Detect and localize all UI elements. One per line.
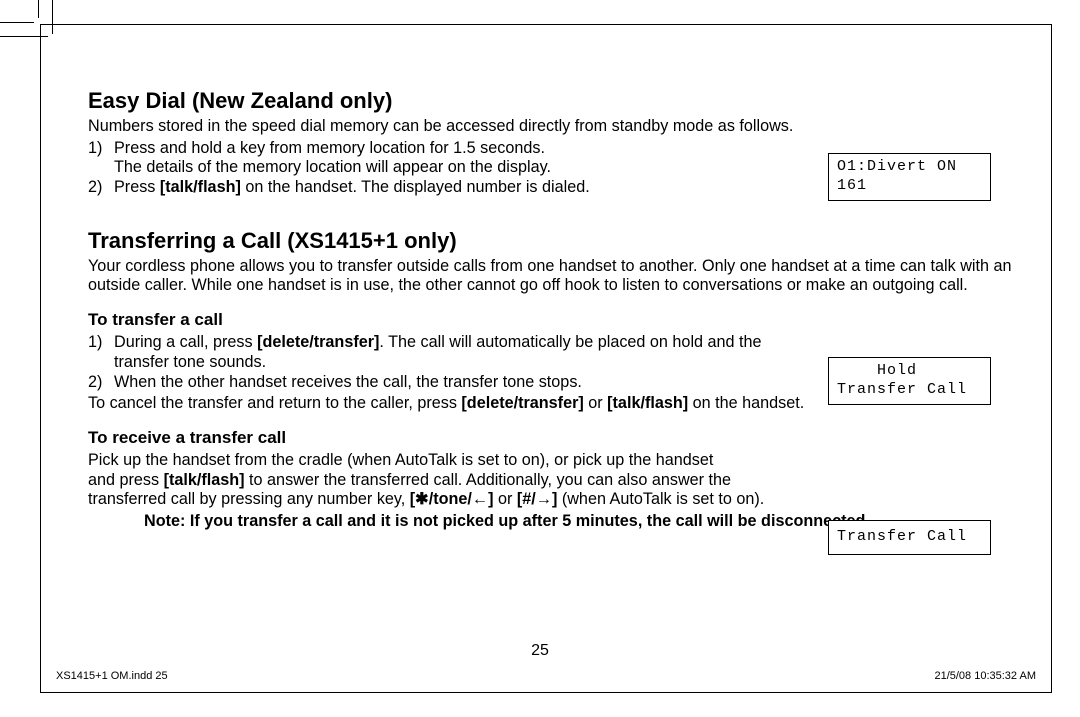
text: Press xyxy=(114,178,160,196)
text: or xyxy=(494,490,517,508)
text: transfer tone sounds. xyxy=(114,353,266,371)
section-transferring: Transferring a Call (XS1415+1 only) Your… xyxy=(88,228,1048,296)
lcd-display: O1:Divert ON 161 xyxy=(828,153,991,201)
key-label: [talk/flash] xyxy=(160,178,241,196)
key-label: [talk/flash] xyxy=(607,394,688,412)
footer-right: 21/5/08 10:35:32 AM xyxy=(934,670,1036,683)
step-number: 1) xyxy=(88,333,114,373)
text: During a call, press xyxy=(114,333,257,351)
page-number: 25 xyxy=(0,641,1080,661)
text: . The call will automatically be placed … xyxy=(379,333,761,351)
key-label: [#/→] xyxy=(517,490,557,508)
text: The details of the memory location will … xyxy=(114,158,551,176)
text: To cancel the transfer and return to the… xyxy=(88,394,461,412)
key-label: [talk/flash] xyxy=(164,471,245,489)
step-number: 2) xyxy=(88,373,114,393)
text: Press and hold a key from memory locatio… xyxy=(114,139,545,157)
step-number: 1) xyxy=(88,139,114,179)
step-number: 2) xyxy=(88,178,114,198)
manual-page: Easy Dial (New Zealand only) Numbers sto… xyxy=(0,0,1080,717)
text: transferred call by pressing any number … xyxy=(88,490,410,508)
text: or xyxy=(584,394,607,412)
key-label: [✱/tone/←] xyxy=(410,490,494,508)
text: Pick up the handset from the cradle (whe… xyxy=(88,451,713,469)
key-label: [delete/transfer] xyxy=(461,394,583,412)
text: on the handset. The displayed number is … xyxy=(241,178,590,196)
footer-left: XS1415+1 OM.indd 25 xyxy=(56,670,168,683)
text: (when AutoTalk is set to on). xyxy=(557,490,764,508)
section-heading: Easy Dial (New Zealand only) xyxy=(88,88,1048,115)
lcd-display: Transfer Call xyxy=(828,520,991,555)
section-intro: Numbers stored in the speed dial memory … xyxy=(88,117,1048,137)
lcd-display: Hold Transfer Call xyxy=(828,357,991,405)
subheading-transfer: To transfer a call xyxy=(88,310,1048,331)
section-heading: Transferring a Call (XS1415+1 only) xyxy=(88,228,1048,255)
text: and press xyxy=(88,471,164,489)
section-intro: Your cordless phone allows you to transf… xyxy=(88,257,1028,297)
receive-text: Pick up the handset from the cradle (whe… xyxy=(88,451,1048,510)
text: on the handset. xyxy=(688,394,804,412)
key-label: [delete/transfer] xyxy=(257,333,379,351)
subheading-receive: To receive a transfer call xyxy=(88,428,1048,449)
text: to answer the transferred call. Addition… xyxy=(245,471,732,489)
crop-mark xyxy=(38,0,39,18)
crop-mark xyxy=(0,22,34,23)
